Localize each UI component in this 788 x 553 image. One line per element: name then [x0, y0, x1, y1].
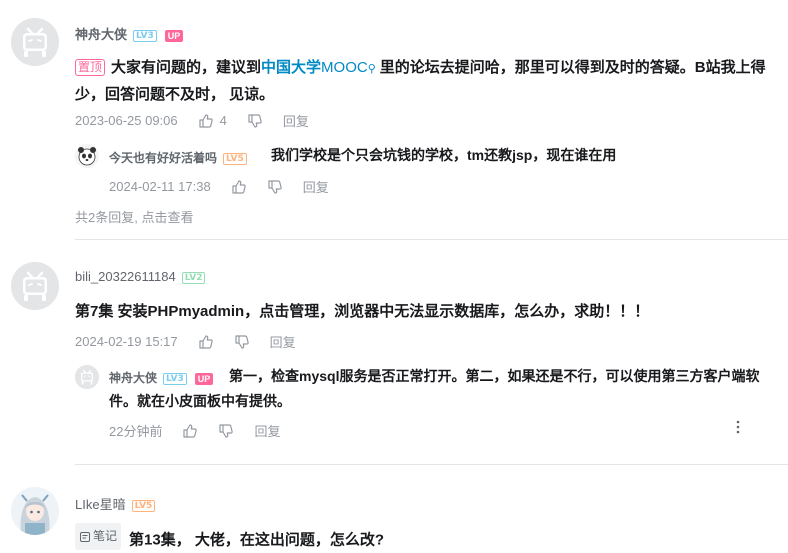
- thumb-down-icon: [247, 113, 263, 129]
- avatar[interactable]: [11, 18, 59, 66]
- level-badge: LV3: [133, 29, 157, 42]
- thumb-down-icon: [234, 334, 250, 350]
- reply-button[interactable]: 回复: [254, 421, 280, 440]
- divider: [75, 464, 788, 465]
- level-badge: LV2: [181, 271, 206, 284]
- comment-meta: 2024-02-19 15:17 回复: [75, 332, 296, 351]
- comment-content: 第7集 安装PHPmyadmin，点击管理，浏览器中无法显示数据库，怎么办，求助…: [75, 303, 650, 320]
- reply-content: 我们学校是个只会坑钱的学校，tm还教jsp，现在谁在用: [271, 147, 617, 163]
- level-badge: LV5: [131, 499, 156, 512]
- comment-time: 2024-02-19 15:17: [75, 334, 178, 349]
- search-link[interactable]: 中国大学MOOC: [261, 59, 368, 76]
- level-badge: LV5: [223, 152, 247, 165]
- reply-button[interactable]: 回复: [303, 177, 329, 196]
- dislike-button[interactable]: [218, 423, 234, 439]
- bili-tv-avatar-icon: [11, 262, 59, 310]
- thumb-down-icon: [218, 423, 234, 439]
- note-tag[interactable]: 笔记: [75, 523, 122, 550]
- anime-girl-avatar-icon: [11, 487, 59, 535]
- comment-text: 第13集， 大佬，在这出问题，怎么改?: [129, 531, 385, 549]
- comment-user-row: bili_20322611184 LV2: [75, 269, 206, 284]
- comment-user-row: 神舟大侠 LV3 UP: [75, 24, 184, 43]
- dislike-button[interactable]: [267, 179, 283, 195]
- thumb-up-icon: [198, 113, 214, 129]
- dislike-button[interactable]: [234, 334, 250, 350]
- bili-tv-avatar-icon: [11, 18, 59, 66]
- reply-user-row: 今天也有好好活着吗 LV5: [109, 149, 247, 166]
- dislike-button[interactable]: [247, 113, 263, 129]
- comment-content: 置顶 大家有问题的，建议到中国大学MOOC⚲ 里的论坛去提问哈，那里可以得到及时的答…: [75, 55, 775, 107]
- username[interactable]: bili_20322611184: [75, 269, 176, 284]
- reply-time: 22分钟前: [109, 424, 163, 439]
- username[interactable]: 神舟大侠: [75, 27, 127, 42]
- reply-meta: 2024-02-11 17:38 回复: [109, 177, 329, 196]
- username[interactable]: LIke星暗: [75, 497, 126, 512]
- reply-meta: 22分钟前 回复: [109, 421, 280, 440]
- comment-content: 笔记 第13集， 大佬，在这出问题，怎么改?: [75, 523, 384, 553]
- thumb-down-icon: [267, 179, 283, 195]
- comment-user-row: LIke星暗 LV5: [75, 494, 156, 513]
- avatar[interactable]: [11, 487, 59, 535]
- thumb-up-icon: [231, 179, 247, 195]
- thumb-up-icon: [182, 423, 198, 439]
- like-button[interactable]: 4: [198, 113, 227, 129]
- panda-avatar-icon: [75, 144, 99, 168]
- avatar[interactable]: [11, 262, 59, 310]
- comment-text-part: 大家有问题的，建议到: [111, 59, 262, 76]
- avatar[interactable]: [75, 144, 99, 168]
- like-button[interactable]: [198, 334, 214, 350]
- reply-button[interactable]: 回复: [283, 111, 309, 130]
- avatar[interactable]: [75, 365, 99, 389]
- search-icon: ⚲: [367, 63, 376, 75]
- like-button[interactable]: [231, 179, 247, 195]
- note-icon: [80, 531, 90, 542]
- more-vertical-icon[interactable]: [733, 419, 743, 435]
- divider: [75, 239, 788, 240]
- reply-time: 2024-02-11 17:38: [109, 179, 211, 194]
- thumb-up-icon: [198, 334, 214, 350]
- comment-time: 2023-06-25 09:06: [75, 113, 178, 128]
- up-badge: UP: [164, 29, 184, 42]
- bili-tv-avatar-icon: [75, 365, 99, 389]
- username[interactable]: 今天也有好好活着吗: [109, 151, 217, 165]
- view-more-replies-link[interactable]: 共2条回复, 点击查看: [75, 207, 193, 226]
- reply-button[interactable]: 回复: [270, 332, 296, 351]
- reply-content: 第一，检查mysql服务是否正常打开。第二，如果还是不行，可以使用第三方客户端软…: [109, 368, 760, 409]
- pinned-badge: 置顶: [75, 59, 106, 76]
- like-count: 4: [219, 113, 227, 128]
- comment-meta: 2023-06-25 09:06 4 回复: [75, 111, 309, 130]
- like-button[interactable]: [182, 423, 198, 439]
